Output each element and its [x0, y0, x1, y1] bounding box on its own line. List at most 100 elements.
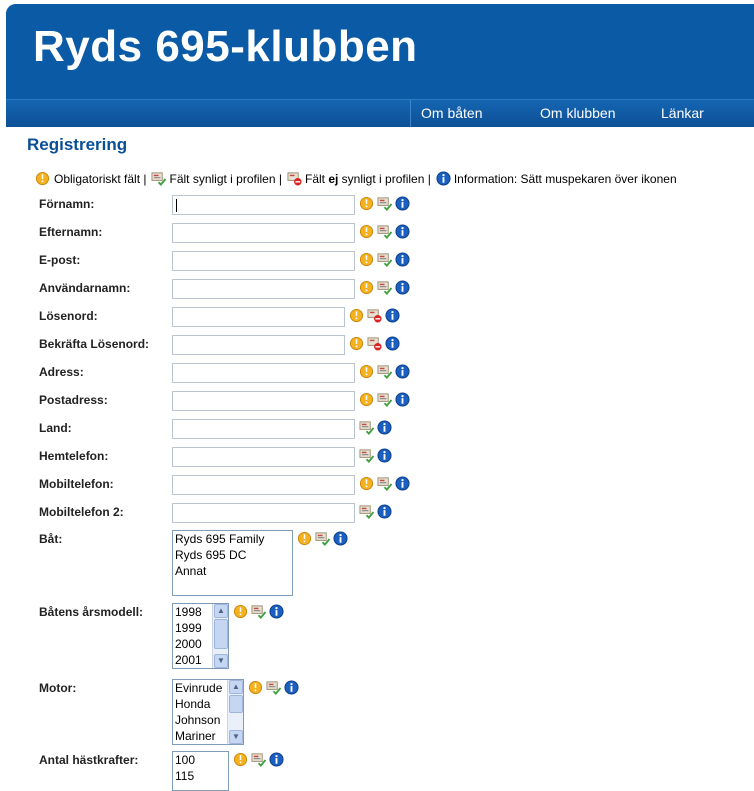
- info-icon[interactable]: [377, 420, 392, 435]
- field-label: Postadress:: [39, 393, 108, 407]
- scrollbar[interactable]: ▲ ▼: [212, 604, 228, 668]
- text-input[interactable]: [172, 475, 355, 495]
- field-label: Motor:: [39, 681, 77, 695]
- page-title: Registrering: [27, 135, 128, 154]
- field-icons: [359, 196, 410, 211]
- scroll-up-icon[interactable]: ▲: [229, 680, 243, 694]
- text-input[interactable]: [172, 503, 355, 523]
- form-row: Land:: [6, 419, 754, 441]
- field-label: Båtens årsmodell:: [39, 605, 144, 619]
- text-input[interactable]: [172, 447, 355, 467]
- field-label: Hemtelefon:: [39, 449, 109, 463]
- field-label: Mobiltelefon 2:: [39, 505, 124, 519]
- scroll-thumb[interactable]: [229, 695, 243, 713]
- info-icon[interactable]: [395, 196, 410, 211]
- text-input[interactable]: [172, 363, 355, 383]
- field-icons: [359, 224, 410, 239]
- required-icon: [233, 604, 248, 619]
- visible-in-profile-icon: [377, 281, 392, 295]
- text-input[interactable]: [172, 223, 355, 243]
- required-icon: [359, 224, 374, 239]
- main-nav: Om båten Om klubben Länkar: [6, 99, 754, 127]
- field-label: Lösenord:: [39, 309, 98, 323]
- text-input[interactable]: [172, 251, 355, 271]
- form-row: Mobiltelefon 2:: [6, 503, 754, 525]
- info-icon[interactable]: [269, 604, 284, 619]
- site-title: Ryds 695-klubben: [33, 22, 418, 71]
- list-item[interactable]: 115: [173, 768, 228, 784]
- text-input[interactable]: [172, 307, 345, 327]
- info-icon[interactable]: [385, 308, 400, 323]
- field-icons: [297, 531, 348, 546]
- horsepower-select[interactable]: 100 115: [172, 751, 229, 791]
- field-icons: [359, 392, 410, 407]
- field-icons: [233, 604, 284, 619]
- info-icon[interactable]: [333, 531, 348, 546]
- info-icon[interactable]: [395, 476, 410, 491]
- scrollbar[interactable]: ▲ ▼: [227, 680, 243, 744]
- info-icon[interactable]: [395, 392, 410, 407]
- required-icon: [359, 196, 374, 211]
- text-input[interactable]: [172, 419, 355, 439]
- form-row: Mobiltelefon:: [6, 475, 754, 497]
- required-icon: [359, 280, 374, 295]
- form-row: Lösenord:: [6, 307, 754, 329]
- info-icon[interactable]: [377, 448, 392, 463]
- required-icon: [359, 364, 374, 379]
- required-icon: [359, 392, 374, 407]
- list-item[interactable]: Ryds 695 DC: [173, 547, 292, 563]
- boat-select[interactable]: Ryds 695 Family Ryds 695 DC Annat: [172, 530, 293, 596]
- list-item[interactable]: 100: [173, 752, 228, 768]
- info-icon[interactable]: [395, 280, 410, 295]
- scroll-down-icon[interactable]: ▼: [214, 654, 228, 668]
- field-icons: [359, 420, 392, 435]
- info-icon[interactable]: [395, 252, 410, 267]
- legend-info: Information: Sätt muspekaren över ikonen: [453, 171, 677, 186]
- scroll-down-icon[interactable]: ▼: [229, 730, 243, 744]
- nav-item-om-klubben[interactable]: Om klubben: [530, 100, 652, 127]
- text-input[interactable]: [172, 195, 355, 215]
- visible-in-profile-icon: [377, 477, 392, 491]
- field-icons: [359, 448, 392, 463]
- hidden-in-profile-icon: [287, 172, 302, 186]
- nav-item-lankar[interactable]: Länkar: [651, 100, 754, 127]
- hidden-in-profile-icon: [367, 337, 382, 351]
- info-icon[interactable]: [377, 504, 392, 519]
- list-item[interactable]: Ryds 695 Family: [173, 531, 292, 547]
- info-icon[interactable]: [284, 680, 299, 695]
- legend-hidden-prefix: Fält: [304, 171, 329, 186]
- form-row: Hemtelefon:: [6, 447, 754, 469]
- visible-in-profile-icon: [251, 753, 266, 767]
- motor-select[interactable]: Evinrude Honda Johnson Mariner ▲ ▼: [172, 679, 244, 745]
- field-label: Adress:: [39, 365, 84, 379]
- scroll-up-icon[interactable]: ▲: [214, 604, 228, 618]
- visible-in-profile-icon: [251, 605, 266, 619]
- text-input[interactable]: [172, 335, 345, 355]
- boat-year-select[interactable]: 1998 1999 2000 2001 ▲ ▼: [172, 603, 229, 669]
- visible-in-profile-icon: [315, 532, 330, 546]
- scroll-thumb[interactable]: [214, 619, 228, 649]
- info-icon[interactable]: [395, 224, 410, 239]
- field-label: Efternamn:: [39, 225, 103, 239]
- field-icons: [359, 364, 410, 379]
- visible-in-profile-icon: [377, 253, 392, 267]
- field-label: Förnamn:: [39, 197, 95, 211]
- visible-in-profile-icon: [359, 505, 374, 519]
- visible-in-profile-icon: [151, 172, 167, 186]
- field-label: Land:: [39, 421, 72, 435]
- visible-in-profile-icon: [359, 421, 374, 435]
- info-icon[interactable]: [269, 752, 284, 767]
- info-icon[interactable]: [395, 364, 410, 379]
- info-icon: [436, 171, 451, 186]
- list-item[interactable]: Annat: [173, 563, 292, 579]
- field-label: Båt:: [39, 532, 63, 546]
- text-input[interactable]: [172, 391, 355, 411]
- text-input[interactable]: [172, 279, 355, 299]
- nav-item-om-baten[interactable]: Om båten: [410, 100, 533, 127]
- form-row: E-post:: [6, 251, 754, 273]
- form-row: Adress:: [6, 363, 754, 385]
- field-icons: [349, 308, 400, 323]
- field-icons: [248, 680, 299, 695]
- required-icon: [359, 476, 374, 491]
- info-icon[interactable]: [385, 336, 400, 351]
